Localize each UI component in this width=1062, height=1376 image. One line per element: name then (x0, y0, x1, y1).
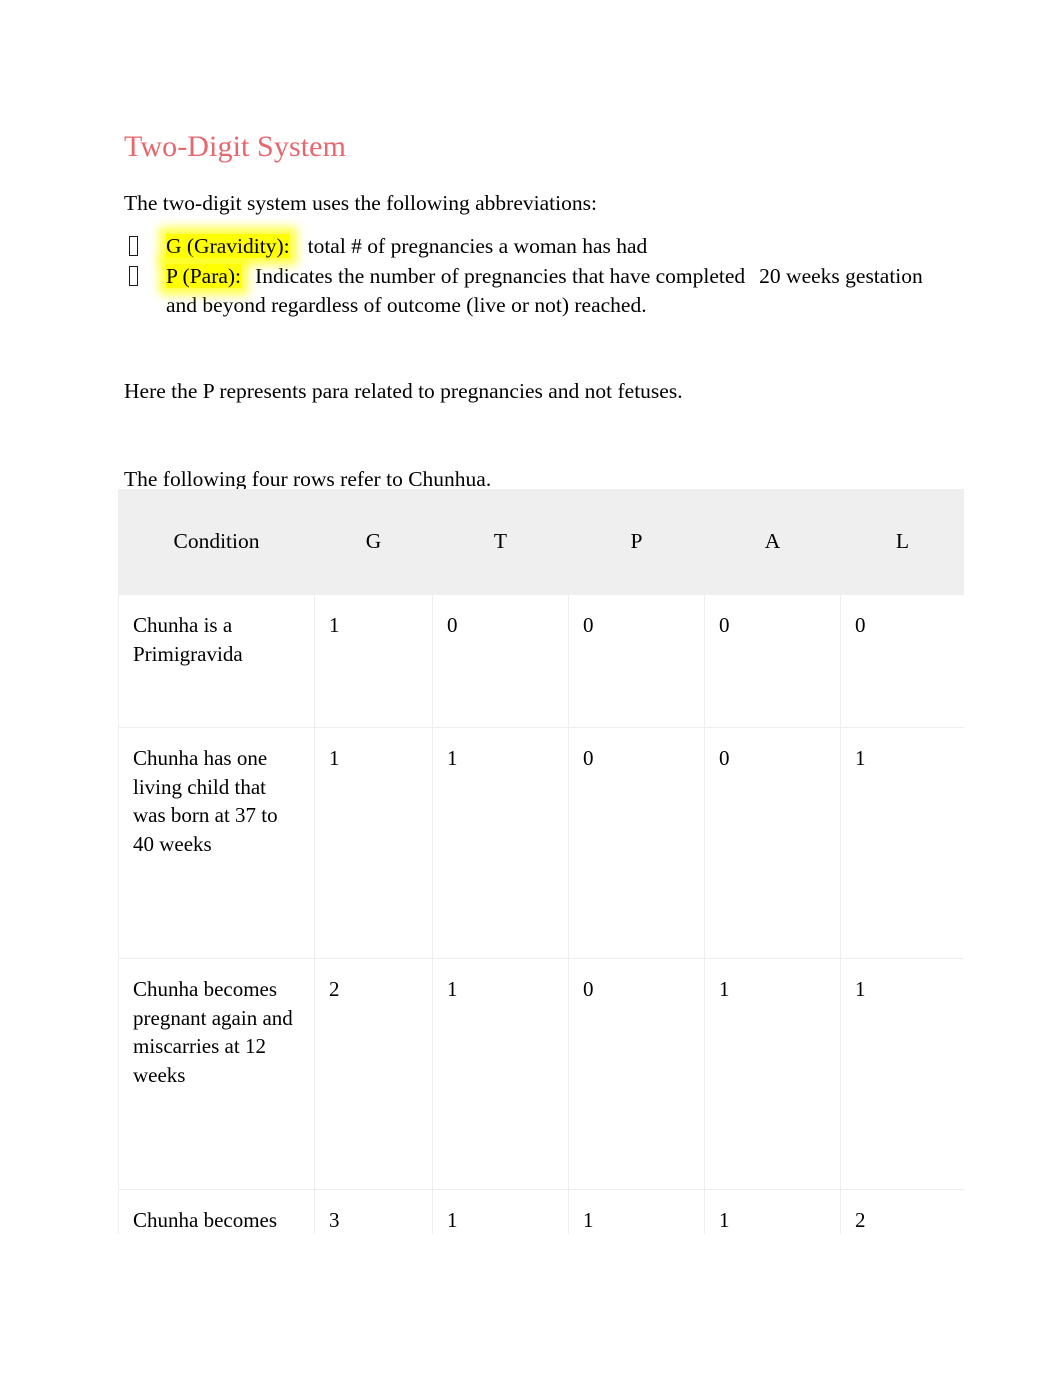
cell-g: 1 (314, 727, 433, 959)
para-description-line4: and beyond regardless of outcome (live o… (166, 293, 647, 318)
gtpal-table-container: Condition G T P A L Chunha is a Primigra… (118, 489, 964, 1234)
cell-l: 1 (840, 727, 964, 959)
list-item-gravidity: G (Gravidity): total # of pregnancies a w… (124, 232, 969, 262)
column-header-l: L (840, 489, 964, 595)
document-page: Two-Digit System The two-digit system us… (0, 0, 1062, 1376)
para-label-highlighted: P (Para): (166, 263, 242, 288)
cell-t: 0 (432, 594, 569, 728)
cell-p: 0 (568, 958, 705, 1190)
bullet-box-icon (129, 236, 138, 257)
cell-g: 2 (314, 958, 433, 1190)
cell-t: 1 (432, 1189, 569, 1234)
cell-condition: Chunha becomes pregnant again (118, 1189, 315, 1234)
table-row: Chunha is a Primigravida 1 0 0 0 0 (118, 594, 964, 728)
gravidity-label-highlighted: G (Gravidity): (166, 234, 290, 259)
cell-g: 1 (314, 594, 433, 728)
cell-condition: Chunha becomes pregnant again and miscar… (118, 958, 315, 1190)
table-body: Chunha is a Primigravida 1 0 0 0 0 Chunh… (118, 594, 964, 1234)
column-header-condition: Condition (118, 489, 315, 595)
table-row: Chunha becomes pregnant again and miscar… (118, 958, 964, 1190)
gravidity-description: total # of pregnancies a woman has had (307, 234, 648, 259)
cell-a: 1 (704, 1189, 841, 1234)
cell-p: 0 (568, 727, 705, 959)
cell-a: 0 (704, 727, 841, 959)
table-row: Chunha has one living child that was bor… (118, 727, 964, 959)
cell-t: 1 (432, 958, 569, 1190)
table-header-row: Condition G T P A L (118, 489, 964, 595)
document-body: Two-Digit System The two-digit system us… (124, 130, 969, 494)
cell-l: 2 (840, 1189, 964, 1234)
cell-g: 3 (314, 1189, 433, 1234)
para-description-line3: 20 weeks gestation (759, 263, 923, 288)
column-header-t: T (432, 489, 569, 595)
column-header-a: A (704, 489, 841, 595)
gtpal-table: Condition G T P A L Chunha is a Primigra… (118, 489, 964, 1234)
para-description-line2: completed (655, 263, 746, 288)
abbreviation-list: G (Gravidity): total # of pregnancies a w… (124, 232, 969, 321)
intro-paragraph: The two-digit system uses the following … (124, 190, 597, 215)
para-description-line1: Indicates the number of pregnancies that… (255, 263, 651, 288)
cell-p: 1 (568, 1189, 705, 1234)
cell-l: 1 (840, 958, 964, 1190)
cell-p: 0 (568, 594, 705, 728)
cell-a: 1 (704, 958, 841, 1190)
cell-a: 0 (704, 594, 841, 728)
list-item-para: P (Para): Indicates the number of pregnan… (124, 262, 969, 321)
page-title: Two-Digit System (124, 130, 347, 163)
table-row: Chunha becomes pregnant again 3 1 1 1 2 (118, 1189, 964, 1234)
cell-condition: Chunha has one living child that was bor… (118, 727, 315, 959)
cell-t: 1 (432, 727, 569, 959)
cell-condition: Chunha is a Primigravida (118, 594, 315, 728)
cell-l: 0 (840, 594, 964, 728)
column-header-p: P (568, 489, 705, 595)
note-paragraph: Here the P represents para related to pr… (124, 379, 683, 404)
table-header: Condition G T P A L (118, 489, 964, 595)
bullet-box-icon (129, 265, 138, 286)
column-header-g: G (314, 489, 433, 595)
